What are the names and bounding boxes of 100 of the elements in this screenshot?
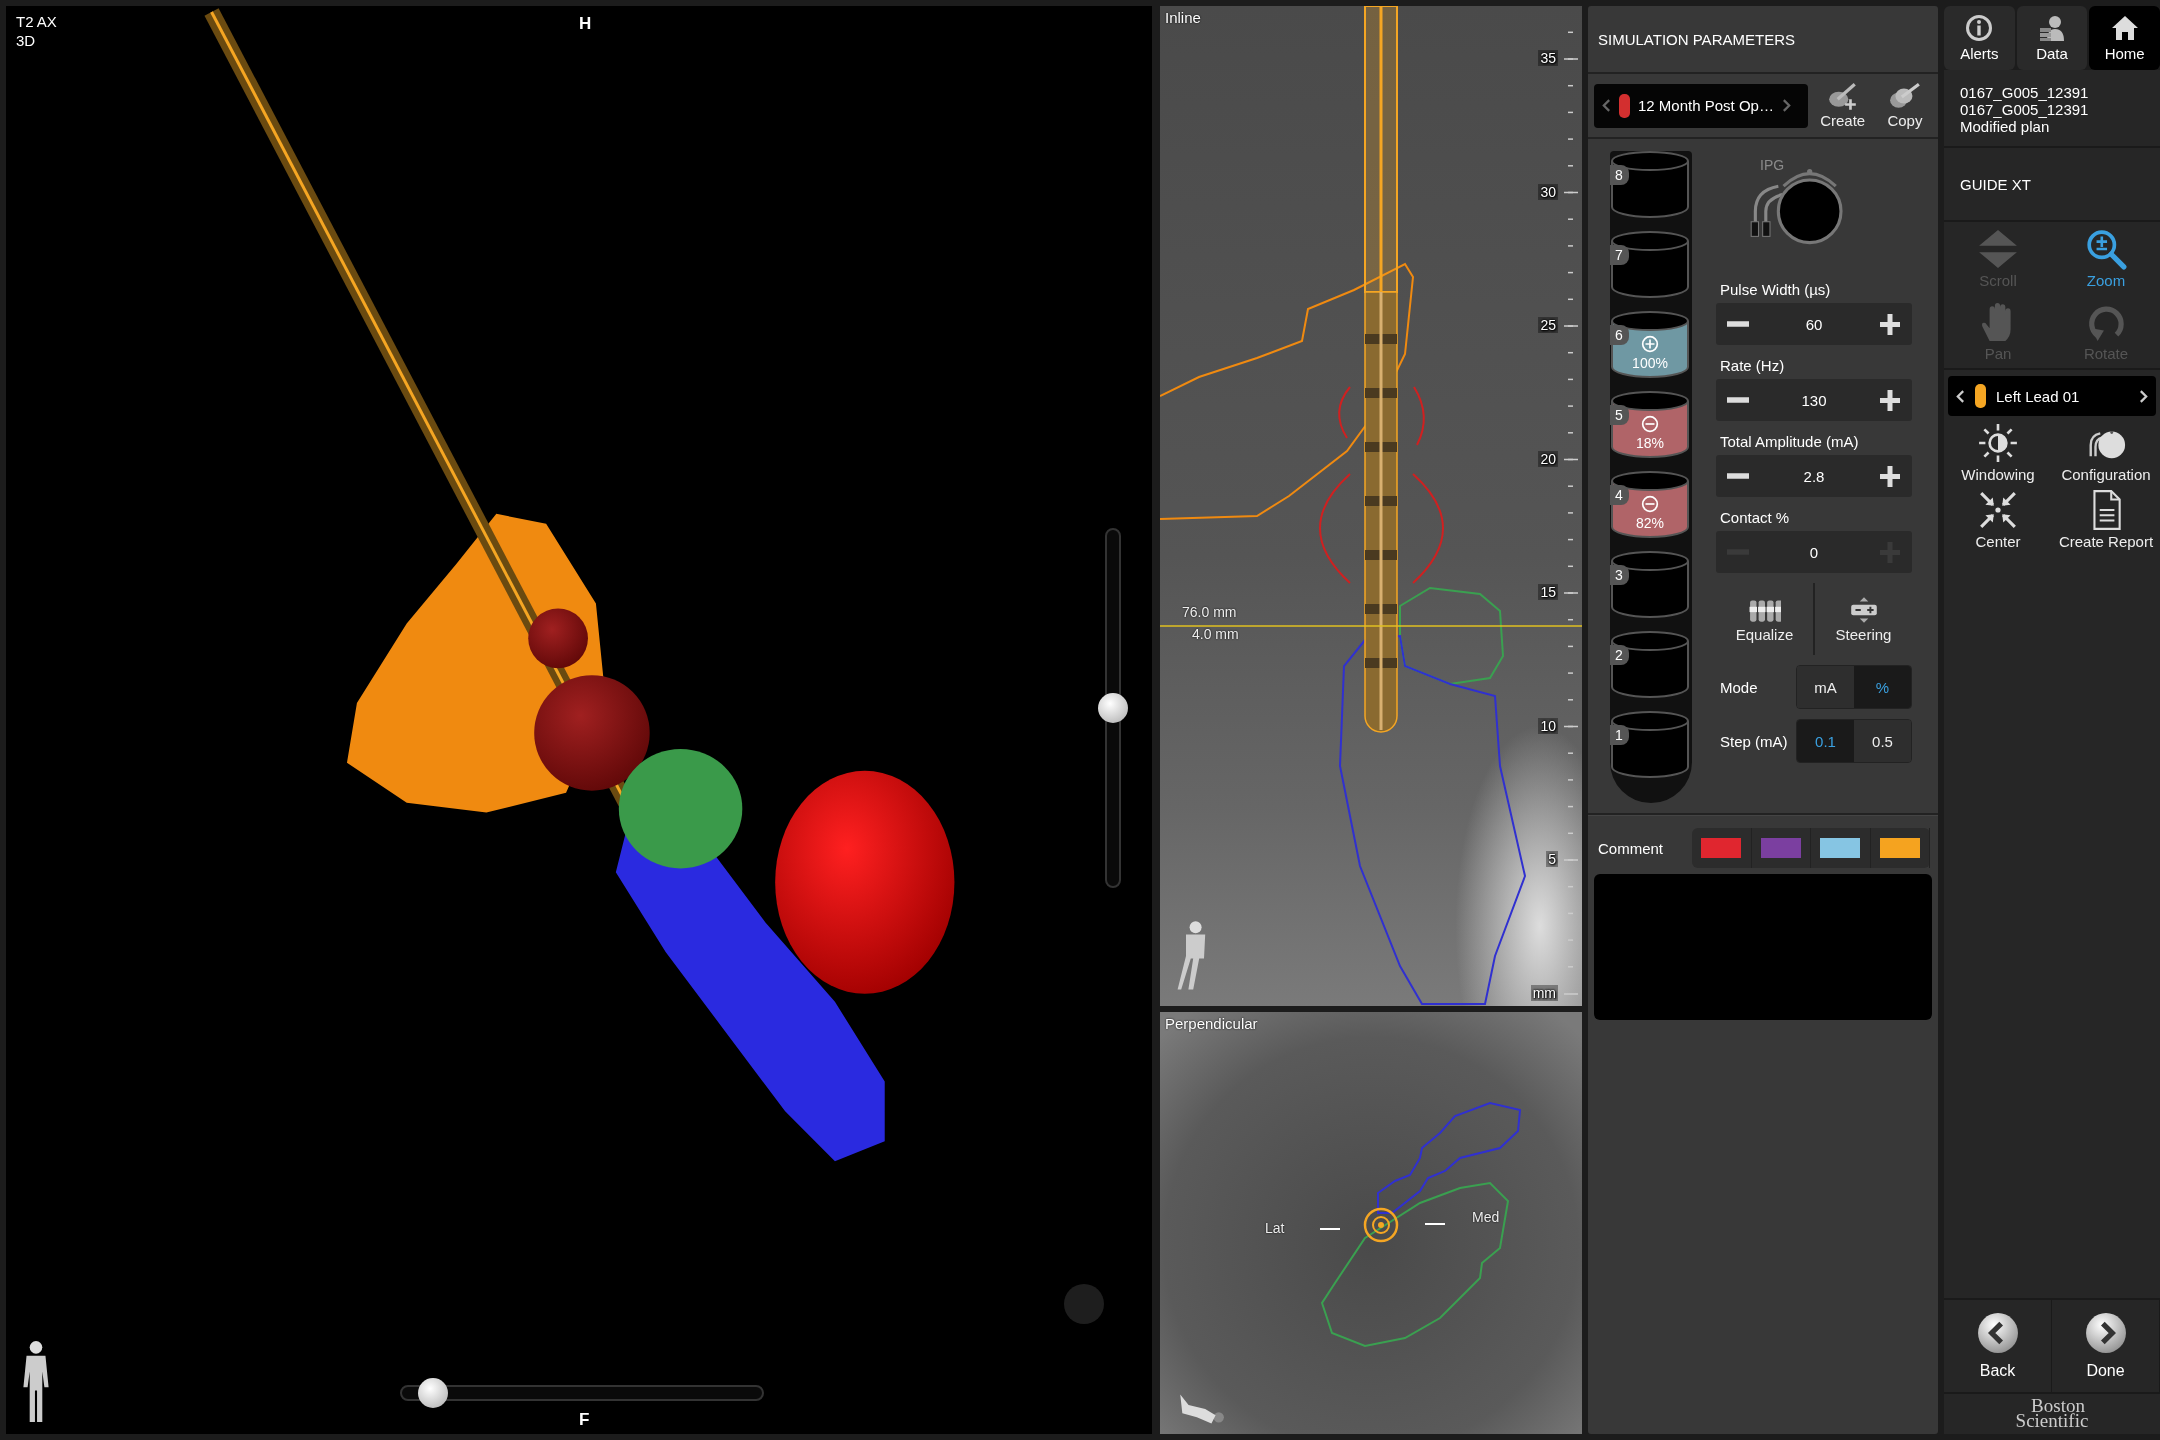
program-selector[interactable]: 12 Month Post Op… bbox=[1594, 83, 1808, 128]
program-name: 12 Month Post Op… bbox=[1638, 97, 1774, 114]
lead-copy-icon bbox=[1888, 82, 1921, 110]
contact-button[interactable]: 2 bbox=[1610, 631, 1690, 699]
contact-button[interactable]: 8 bbox=[1610, 151, 1690, 219]
direction-label: Lat bbox=[1265, 1220, 1285, 1236]
contact-number: 1 bbox=[1610, 725, 1629, 745]
create-button[interactable]: Create bbox=[1815, 82, 1870, 129]
contact-number: 4 bbox=[1610, 485, 1629, 505]
view-mode-label: 3D bbox=[16, 31, 37, 50]
lead-add-icon bbox=[1826, 82, 1859, 110]
contact-percent: 18% bbox=[1635, 435, 1665, 451]
contact-number: 3 bbox=[1610, 565, 1629, 585]
minus-icon bbox=[1727, 473, 1749, 479]
step-label: Step (mA) bbox=[1719, 732, 1788, 750]
mode-option[interactable]: mA bbox=[1797, 666, 1854, 708]
parameter-label: Total Amplitude (mA) bbox=[1720, 433, 1860, 450]
parameter-label: Rate (Hz) bbox=[1720, 357, 1786, 374]
plus-circle-icon bbox=[1641, 335, 1659, 353]
stimulation-field-outline bbox=[1413, 386, 1425, 446]
section-header: SIMULATION PARAMETERS bbox=[1588, 6, 1938, 74]
patient-info-text: 0167_G005_12391 bbox=[1960, 101, 2090, 118]
home-button[interactable]: Home bbox=[2089, 6, 2160, 70]
series-label: T2 AX bbox=[16, 12, 57, 31]
contact-number: 6 bbox=[1610, 325, 1629, 345]
view-title: Perpendicular bbox=[1165, 1015, 1258, 1032]
contact-button[interactable]: 1 bbox=[1610, 711, 1690, 779]
company-logo: Boston Scientific bbox=[2014, 1394, 2090, 1433]
mode-label: Mode bbox=[1719, 678, 1759, 696]
info-icon bbox=[1964, 14, 1995, 42]
parameter-value: 130 bbox=[1800, 391, 1828, 409]
comment-field[interactable] bbox=[1594, 874, 1932, 1020]
distance-label: 4.0 mm bbox=[1192, 626, 1239, 642]
patient-info-text: 0167_G005_12391 bbox=[1960, 84, 2090, 101]
ruler-label: 15 bbox=[1538, 584, 1558, 600]
contact-button[interactable]: 5 18% bbox=[1610, 391, 1690, 459]
data-button[interactable]: Data bbox=[2016, 6, 2088, 70]
brightness-icon bbox=[1977, 422, 2019, 464]
tick-mark bbox=[1424, 1223, 1446, 1225]
stimulation-field-outline bbox=[1338, 386, 1351, 439]
windowing-button[interactable]: Windowing bbox=[1944, 420, 2052, 487]
contact-button[interactable]: 6 100% bbox=[1610, 311, 1690, 379]
minus-circle-icon bbox=[1641, 415, 1659, 433]
rotation-handle[interactable] bbox=[1064, 1284, 1104, 1324]
contact-number: 5 bbox=[1610, 405, 1629, 425]
parameter-value: 60 bbox=[1804, 315, 1824, 333]
chevron-left-circle-icon bbox=[1976, 1312, 2019, 1354]
zoom-icon bbox=[2085, 228, 2127, 270]
equalize-button[interactable]: Equalize bbox=[1716, 583, 1813, 655]
contact-button[interactable]: 4 82% bbox=[1610, 471, 1690, 539]
steering-button[interactable]: Steering bbox=[1815, 583, 1912, 655]
patient-info-text: Modified plan bbox=[1960, 118, 2051, 135]
alerts-button[interactable]: Alerts bbox=[1944, 6, 2015, 70]
ruler-label: 20 bbox=[1538, 450, 1558, 467]
chevron-right-icon bbox=[2139, 388, 2148, 404]
report-button[interactable]: Create Report bbox=[2052, 487, 2160, 554]
contact-button[interactable]: 3 bbox=[1610, 551, 1690, 619]
lead-cross-section-icon bbox=[1363, 1207, 1399, 1243]
parameter-value: 0 bbox=[1808, 543, 1820, 561]
center-button[interactable]: Center bbox=[1944, 487, 2052, 554]
ruler-label: 5 bbox=[1546, 851, 1558, 867]
slider-thumb[interactable] bbox=[1098, 693, 1128, 723]
zoom-tool-button[interactable]: Zoom bbox=[2052, 222, 2160, 295]
step-option[interactable]: 0.1 bbox=[1797, 720, 1854, 762]
human-figure-icon bbox=[20, 1340, 52, 1424]
done-button[interactable]: Done bbox=[2052, 1300, 2160, 1392]
minus-icon bbox=[1727, 321, 1749, 327]
contact-percent: 82% bbox=[1635, 515, 1665, 531]
contact-button[interactable]: 7 bbox=[1610, 231, 1690, 299]
ruler-label: 25 bbox=[1538, 317, 1558, 333]
configuration-button[interactable]: Configuration bbox=[2052, 420, 2160, 487]
step-option[interactable]: 0.5 bbox=[1854, 720, 1911, 762]
lead-selector[interactable]: Left Lead 01 bbox=[1948, 376, 2156, 416]
copy-button[interactable]: Copy bbox=[1877, 82, 1932, 129]
comment-label: Comment bbox=[1598, 839, 1665, 857]
ruler-label: 35 bbox=[1538, 50, 1558, 66]
distance-label: 76.0 mm bbox=[1182, 604, 1237, 620]
orientation-marker: H bbox=[579, 14, 592, 34]
plus-icon bbox=[1878, 312, 1902, 336]
orientation-marker: F bbox=[579, 1410, 590, 1430]
parameter-label: Contact % bbox=[1720, 509, 1791, 526]
slider-thumb[interactable] bbox=[418, 1378, 448, 1408]
contact-number: 8 bbox=[1610, 165, 1629, 185]
contact-number: 2 bbox=[1610, 645, 1629, 665]
mode-option[interactable]: % bbox=[1854, 666, 1911, 708]
minus-icon bbox=[1727, 397, 1749, 403]
back-button[interactable]: Back bbox=[1944, 1300, 2052, 1392]
up-down-arrows-icon bbox=[1977, 228, 2019, 270]
ruler-label: 10 bbox=[1538, 717, 1558, 734]
center-arrows-icon bbox=[1977, 489, 2019, 531]
tick-mark bbox=[1319, 1228, 1341, 1230]
chevron-right-circle-icon bbox=[2084, 1312, 2127, 1354]
view-title: Inline bbox=[1165, 9, 1201, 26]
person-records-icon bbox=[2037, 14, 2067, 42]
contact-percent: 100% bbox=[1631, 355, 1669, 371]
ipg-label: IPG bbox=[1760, 157, 1785, 173]
chevron-right-icon bbox=[1781, 98, 1791, 113]
plus-icon bbox=[1878, 388, 1902, 412]
device-name: GUIDE XT bbox=[1960, 175, 2031, 193]
contact-number: 7 bbox=[1610, 245, 1629, 265]
